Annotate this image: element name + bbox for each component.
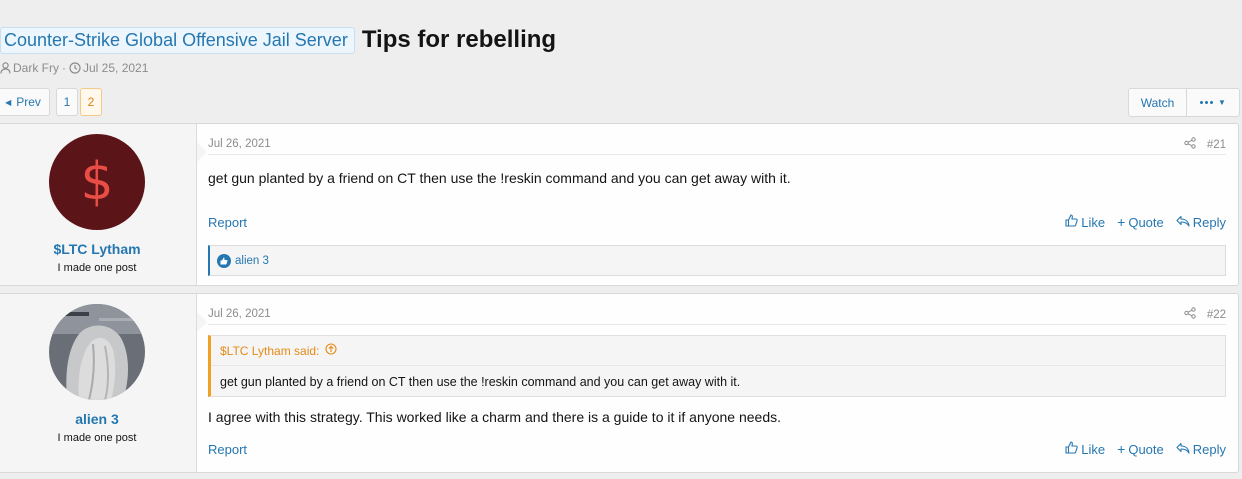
post-divider <box>208 324 1226 325</box>
ellipsis-icon <box>1200 101 1214 104</box>
post-message: get gun planted by a friend on CT then u… <box>208 170 791 186</box>
pagination: ◀ Prev 1 2 <box>0 88 102 116</box>
share-icon[interactable] <box>1184 137 1196 152</box>
thread-meta: Dark Fry · Jul 25, 2021 <box>0 61 148 75</box>
avatar[interactable]: $ <box>49 134 145 230</box>
post-user-cell: $ $LTC Lytham I made one post <box>0 124 197 285</box>
post-message: I agree with this strategy. This worked … <box>208 409 782 425</box>
post-arrow <box>197 142 207 162</box>
like-label: Like <box>1081 441 1106 457</box>
post-arrow <box>197 312 207 332</box>
reactions-bar: alien 3 <box>208 245 1226 276</box>
avatar-image <box>49 304 145 400</box>
post-meta-right: #21 <box>1184 137 1226 152</box>
thread-prefix-link[interactable]: Counter-Strike Global Offensive Jail Ser… <box>0 26 355 54</box>
reply-button[interactable]: Reply <box>1176 441 1226 457</box>
thread-title-row: Counter-Strike Global Offensive Jail Ser… <box>0 25 556 55</box>
more-options-button[interactable]: ▼ <box>1187 89 1239 116</box>
reply-icon <box>1176 442 1190 457</box>
user-title: I made one post <box>57 432 137 444</box>
reply-label: Reply <box>1192 441 1226 457</box>
like-button[interactable]: Like <box>1065 214 1105 230</box>
post-footer: Report Like + Quote Reply <box>208 214 1226 230</box>
post-meta-right: #22 <box>1184 307 1226 322</box>
avatar[interactable] <box>49 304 145 400</box>
post-footer: Report Like + Quote Reply <box>208 441 1226 457</box>
meta-separator: · <box>62 61 66 75</box>
share-icon[interactable] <box>1184 307 1196 322</box>
quote-label: Quote <box>1128 441 1164 457</box>
user-title: I made one post <box>57 262 137 274</box>
like-button[interactable]: Like <box>1065 441 1105 457</box>
report-button[interactable]: Report <box>208 215 247 230</box>
chevron-left-icon: ◀ <box>5 97 12 107</box>
like-label: Like <box>1081 214 1106 230</box>
user-icon <box>0 62 11 74</box>
thumbs-up-icon <box>1065 214 1078 230</box>
prev-label: Prev <box>16 95 41 109</box>
quote-button[interactable]: + Quote <box>1117 214 1164 230</box>
arrow-up-circle-icon[interactable] <box>325 343 337 358</box>
post-date-link[interactable]: Jul 26, 2021 <box>208 138 271 150</box>
quote-header: $LTC Lytham said: <box>211 336 1225 366</box>
post-number-link[interactable]: #21 <box>1207 139 1226 151</box>
reply-icon <box>1176 215 1190 230</box>
report-button[interactable]: Report <box>208 442 247 457</box>
post-user-cell: alien 3 I made one post <box>0 294 197 472</box>
reply-button[interactable]: Reply <box>1176 214 1226 230</box>
username-link[interactable]: alien 3 <box>0 411 197 427</box>
thread-actions: Watch ▼ <box>1128 88 1240 117</box>
like-reaction-icon <box>217 253 231 268</box>
thread-title: Tips for rebelling <box>361 26 557 53</box>
thread-author-link[interactable]: Dark Fry <box>13 61 59 75</box>
post-actions: Like + Quote Reply <box>1065 214 1226 230</box>
thumbs-up-icon <box>1065 441 1078 457</box>
post-date-link[interactable]: Jul 26, 2021 <box>208 308 271 320</box>
plus-icon: + <box>1117 441 1126 457</box>
username-link[interactable]: $LTC Lytham <box>0 241 197 257</box>
quote-block: $LTC Lytham said: get gun planted by a f… <box>208 335 1226 397</box>
quote-text: get gun planted by a friend on CT then u… <box>220 374 741 389</box>
clock-icon <box>69 62 81 74</box>
quote-author-link[interactable]: $LTC Lytham said: <box>220 344 319 358</box>
quote-label: Quote <box>1128 214 1164 230</box>
quote-button[interactable]: + Quote <box>1117 441 1164 457</box>
post-21: $ $LTC Lytham I made one post Jul 26, 20… <box>0 123 1239 286</box>
thread-date-link[interactable]: Jul 25, 2021 <box>83 61 148 75</box>
avatar-glyph: $ <box>80 152 114 212</box>
watch-button[interactable]: Watch <box>1129 89 1187 116</box>
page-2-current[interactable]: 2 <box>80 88 102 116</box>
chevron-down-icon: ▼ <box>1218 98 1226 107</box>
prev-page-button[interactable]: ◀ Prev <box>0 88 50 116</box>
post-number-link[interactable]: #22 <box>1207 309 1226 321</box>
post-divider <box>208 154 1226 155</box>
post-22: alien 3 I made one post Jul 26, 2021 #22… <box>0 293 1239 473</box>
reply-label: Reply <box>1192 214 1226 230</box>
page-1-link[interactable]: 1 <box>56 88 78 116</box>
post-actions: Like + Quote Reply <box>1065 441 1226 457</box>
reaction-users-link[interactable]: alien 3 <box>235 255 269 267</box>
plus-icon: + <box>1117 214 1126 230</box>
